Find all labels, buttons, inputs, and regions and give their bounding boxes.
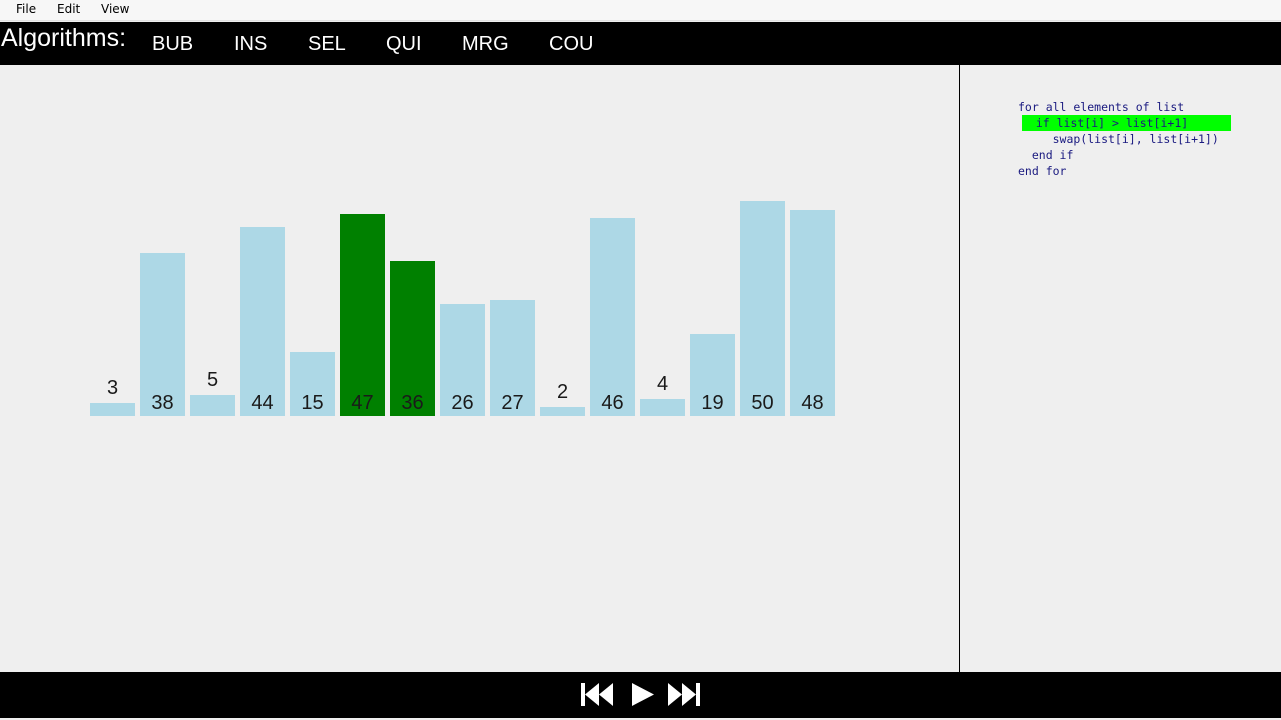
play-icon[interactable] [630, 680, 656, 709]
player-controls [0, 672, 1281, 718]
menu-bar: File Edit View [0, 0, 1281, 21]
bar-5 [340, 213, 385, 416]
skip-forward-icon[interactable] [667, 680, 701, 709]
bar-value-label: 38 [151, 392, 174, 414]
menu-file[interactable]: File [16, 2, 36, 16]
bar-13 [740, 201, 785, 416]
bar-value-label: 46 [601, 392, 624, 414]
app-window: File Edit View Algorithms: BUB INS SEL Q… [0, 0, 1281, 720]
tab-merge-sort[interactable]: MRG [462, 33, 509, 56]
code-line-highlighted: if list[i] > list[i+1] [1022, 115, 1231, 131]
sort-visualization: 3 38 5 44 15 47 36 26 27 2 46 4 19 50 48 [0, 65, 959, 672]
tab-quick-sort[interactable]: QUI [386, 33, 422, 56]
code-line: end if [1018, 148, 1074, 162]
menu-edit[interactable]: Edit [57, 2, 80, 16]
bar-value-label: 2 [556, 381, 569, 404]
bar-value-label: 44 [251, 392, 274, 414]
bar-2 [190, 394, 235, 416]
bar-3 [240, 226, 285, 416]
bar-value-label: 47 [351, 392, 374, 414]
code-line: swap(list[i], list[i+1]) [1018, 132, 1219, 146]
bar-value-label: 48 [801, 392, 824, 414]
bar-value-label: 50 [751, 392, 774, 414]
code-line: for all elements of list [1018, 100, 1185, 114]
bar-14 [790, 209, 835, 416]
pseudocode-panel: for all elements of list if list[i] > li… [960, 65, 1281, 672]
algorithms-title: Algorithms: [1, 24, 127, 52]
bar-9 [540, 407, 585, 416]
bar-value-label: 26 [451, 392, 474, 414]
bar-0 [90, 403, 135, 416]
bar-11 [640, 398, 685, 416]
skip-back-icon[interactable] [580, 680, 614, 709]
code-line: end for [1018, 164, 1067, 178]
bar-value-label: 19 [701, 392, 724, 414]
tab-bubble-sort[interactable]: BUB [152, 33, 193, 56]
algorithm-bar: Algorithms: BUB INS SEL QUI MRG COU [0, 22, 1281, 65]
menu-view[interactable]: View [101, 2, 129, 16]
bar-value-label: 27 [501, 392, 524, 414]
tab-insertion-sort[interactable]: INS [234, 33, 267, 56]
bar-value-label: 5 [206, 368, 219, 391]
bar-value-label: 15 [301, 392, 324, 414]
bar-value-label: 3 [106, 377, 119, 400]
bar-value-label: 4 [656, 372, 669, 395]
tab-counting-sort[interactable]: COU [549, 33, 593, 56]
tab-selection-sort[interactable]: SEL [308, 33, 346, 56]
bar-value-label: 36 [401, 392, 424, 414]
bar-10 [590, 218, 635, 416]
